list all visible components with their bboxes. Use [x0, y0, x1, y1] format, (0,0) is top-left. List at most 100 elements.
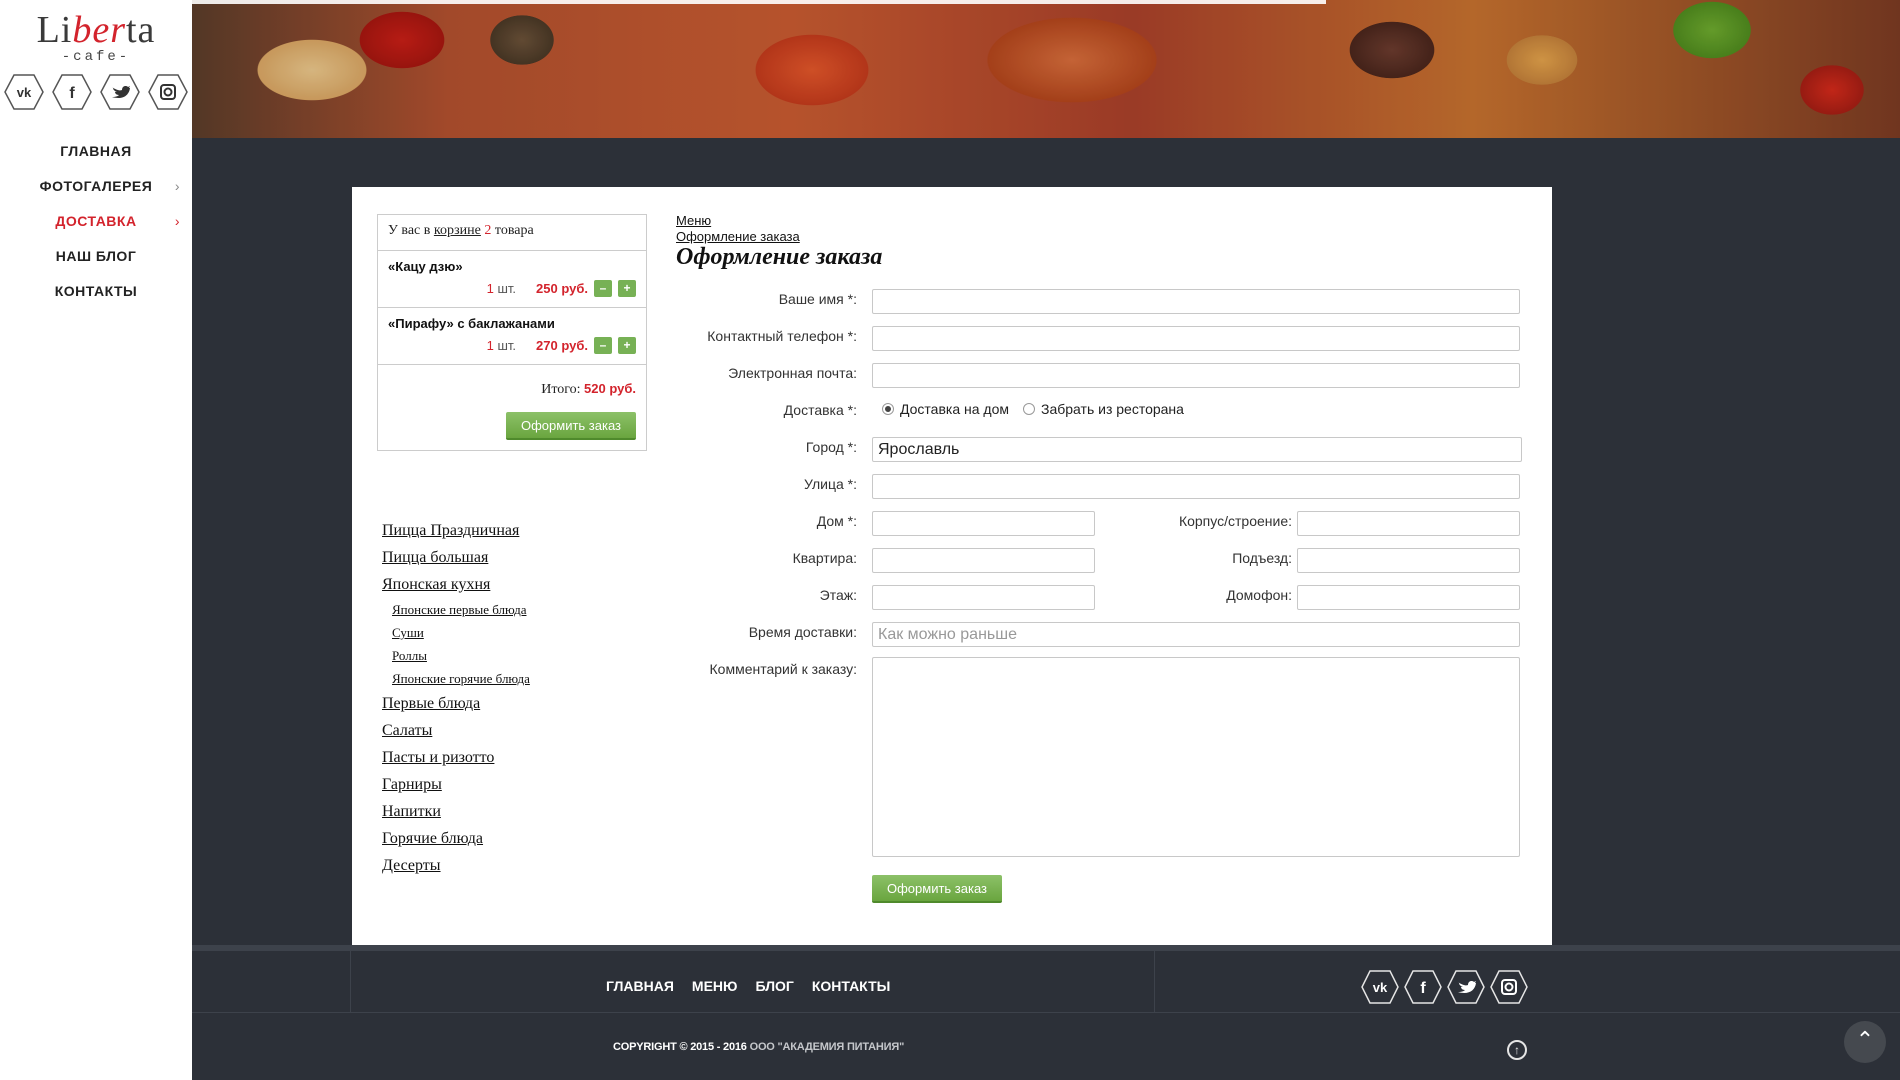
delivery-label: Доставка *:: [783, 402, 857, 418]
scroll-top-button[interactable]: ⌃: [1844, 1021, 1886, 1063]
category-link[interactable]: Салаты: [382, 717, 530, 744]
copyright: COPYRIGHT © 2015 - 2016 ООО "АКАДЕМИЯ ПИ…: [613, 1041, 905, 1053]
breadcrumb-menu[interactable]: Меню: [676, 213, 800, 229]
cart-item-price: 270 руб.: [536, 338, 588, 353]
delivery-home-label: Доставка на дом: [900, 401, 1009, 417]
category-link[interactable]: Пицца Праздничная: [382, 517, 530, 544]
cart-item: «Пирафу» с баклажанами 1 шт. 270 руб. – …: [378, 308, 646, 365]
cart-widget: У вас в корзине 2 товара «Кацу дзю» 1 шт…: [377, 214, 647, 451]
vk-icon[interactable]: vk: [4, 74, 44, 110]
comment-textarea[interactable]: [872, 657, 1520, 857]
content-card: У вас в корзине 2 товара «Кацу дзю» 1 шт…: [352, 187, 1552, 949]
footer-nav-contacts[interactable]: КОНТАКТЫ: [812, 978, 890, 994]
cart-item-name: «Пирафу» с баклажанами: [388, 316, 555, 331]
street-input[interactable]: [872, 474, 1520, 499]
twitter-icon[interactable]: [100, 74, 140, 110]
pickup-radio[interactable]: [1023, 403, 1035, 415]
vk-icon[interactable]: vk: [1360, 969, 1400, 1005]
submit-order-button[interactable]: Оформить заказ: [872, 875, 1003, 903]
breadcrumb: Меню Оформление заказа: [676, 213, 800, 245]
pickup-label: Забрать из ресторана: [1041, 401, 1184, 417]
sidebar: Liberta -cafe- vk f ГЛАВНАЯ ФОТОГАЛЕРЕЯ ›…: [0, 0, 192, 1080]
floor-input[interactable]: [872, 585, 1095, 610]
instagram-icon[interactable]: [148, 74, 188, 110]
sidebar-social: vk f: [0, 74, 192, 110]
category-link[interactable]: Первые блюда: [382, 690, 530, 717]
apartment-input[interactable]: [872, 548, 1095, 573]
svg-text:vk: vk: [17, 85, 32, 100]
footer: [192, 951, 1900, 1013]
category-link[interactable]: Пасты и ризотто: [382, 744, 530, 771]
page-title: Оформление заказа: [676, 244, 883, 270]
phone-input[interactable]: [872, 326, 1520, 351]
breadcrumb-checkout[interactable]: Оформление заказа: [676, 229, 800, 245]
category-link[interactable]: Японская кухня: [382, 571, 530, 598]
hero-divider: [192, 0, 1326, 4]
nav-item-blog[interactable]: НАШ БЛОГ: [0, 239, 192, 274]
decrease-button[interactable]: –: [594, 280, 612, 297]
entrance-input[interactable]: [1297, 548, 1520, 573]
name-label: Ваше имя *:: [778, 291, 857, 307]
delivery-time-label: Время доставки:: [748, 624, 857, 640]
email-input[interactable]: [872, 363, 1520, 388]
intercom-input[interactable]: [1297, 585, 1520, 610]
nav-item-gallery[interactable]: ФОТОГАЛЕРЕЯ ›: [0, 169, 192, 204]
footer-nav-home[interactable]: ГЛАВНАЯ: [606, 978, 674, 994]
entrance-label: Подъезд:: [1232, 550, 1292, 566]
company-link[interactable]: ООО "АКАДЕМИЯ ПИТАНИЯ": [750, 1041, 905, 1053]
category-link[interactable]: Напитки: [382, 798, 530, 825]
subcategory-link[interactable]: Японские первые блюда: [382, 598, 530, 621]
phone-label: Контактный телефон *:: [707, 328, 857, 344]
apartment-label: Квартира:: [792, 550, 857, 566]
cart-total: Итого: 520 руб.: [541, 381, 636, 397]
sidebar-nav: ГЛАВНАЯ ФОТОГАЛЕРЕЯ › ДОСТАВКА › НАШ БЛОГ …: [0, 134, 192, 309]
arrow-up-icon[interactable]: ↑: [1507, 1040, 1527, 1060]
category-link[interactable]: Гарниры: [382, 771, 530, 798]
subcategory-link[interactable]: Суши: [382, 621, 530, 644]
cart-item: «Кацу дзю» 1 шт. 250 руб. – +: [378, 251, 646, 308]
category-link[interactable]: Десерты: [382, 852, 530, 879]
delivery-time-input[interactable]: Как можно раньше: [872, 622, 1520, 647]
subcategory-link[interactable]: Японские горячие блюда: [382, 667, 530, 690]
delivery-home-radio[interactable]: [882, 403, 894, 415]
logo-subtitle: -cafe-: [61, 49, 131, 65]
svg-text:f: f: [1420, 980, 1426, 997]
decrease-button[interactable]: –: [594, 337, 612, 354]
nav-item-contacts[interactable]: КОНТАКТЫ: [0, 274, 192, 309]
floor-label: Этаж:: [819, 587, 857, 603]
logo[interactable]: Liberta -cafe-: [0, 0, 192, 72]
logo-text: Liberta: [36, 9, 156, 51]
instagram-icon[interactable]: [1489, 969, 1529, 1005]
nav-item-home[interactable]: ГЛАВНАЯ: [0, 134, 192, 169]
footer-nav: ГЛАВНАЯ МЕНЮ БЛОГ КОНТАКТЫ: [606, 978, 890, 994]
footer-nav-blog[interactable]: БЛОГ: [755, 978, 793, 994]
twitter-icon[interactable]: [1446, 969, 1486, 1005]
footer-nav-menu[interactable]: МЕНЮ: [692, 978, 738, 994]
street-label: Улица *:: [804, 476, 857, 492]
facebook-icon[interactable]: f: [1403, 969, 1443, 1005]
building-label: Корпус/строение:: [1178, 513, 1292, 529]
city-input[interactable]: Ярославль: [872, 437, 1522, 462]
svg-text:vk: vk: [1373, 980, 1388, 995]
cart-item-qty: 1 шт.: [486, 338, 517, 353]
cart-item-price: 250 руб.: [536, 281, 588, 296]
category-list: Пицца Праздничная Пицца большая Японская…: [382, 517, 530, 879]
cart-item-name: «Кацу дзю»: [388, 259, 463, 274]
email-label: Электронная почта:: [728, 365, 857, 381]
building-input[interactable]: [1297, 511, 1520, 536]
cart-header: У вас в корзине 2 товара: [378, 215, 646, 251]
cart-link[interactable]: корзине: [434, 223, 481, 238]
house-input[interactable]: [872, 511, 1095, 536]
subcategory-link[interactable]: Роллы: [382, 644, 530, 667]
intercom-label: Домофон:: [1226, 587, 1292, 603]
hero-banner: [192, 0, 1900, 138]
comment-label: Комментарий к заказу:: [709, 661, 858, 677]
city-label: Город *:: [805, 439, 857, 455]
chevron-right-icon: ›: [174, 178, 180, 194]
category-link[interactable]: Горячие блюда: [382, 825, 530, 852]
category-link[interactable]: Пицца большая: [382, 544, 530, 571]
facebook-icon[interactable]: f: [52, 74, 92, 110]
house-label: Дом *:: [816, 513, 857, 529]
name-input[interactable]: [872, 289, 1520, 314]
nav-item-delivery[interactable]: ДОСТАВКА ›: [0, 204, 192, 239]
